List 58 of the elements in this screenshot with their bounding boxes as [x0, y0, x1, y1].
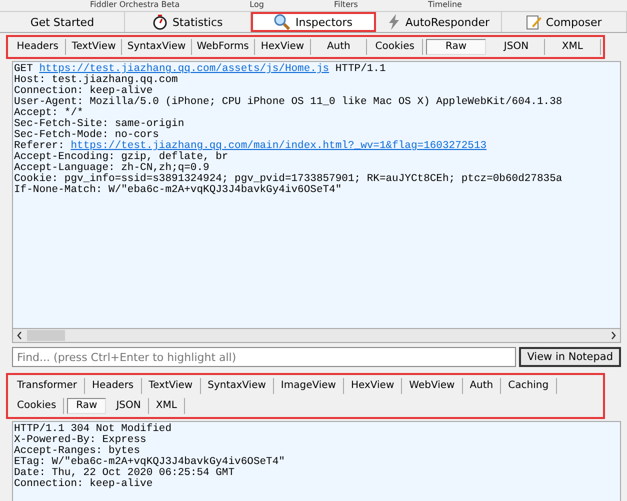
tab[interactable]: Get Started	[0, 12, 126, 32]
text-line: Sec-Fetch-Mode: no-cors	[14, 130, 159, 141]
find-field[interactable]: Find... (press Ctrl+Enter to highlight all)	[12, 347, 516, 367]
tab[interactable]: Statistics	[125, 12, 251, 32]
view-in-notepad-button[interactable]: View in Notepad	[519, 347, 621, 367]
tab[interactable]: SyntaxView	[122, 39, 192, 55]
tab[interactable]: AutoResponder	[376, 12, 502, 32]
stopwatch-icon	[152, 14, 168, 30]
horizontal-scrollbar[interactable]	[12, 329, 621, 343]
tab[interactable]: Inspectors	[250, 12, 376, 32]
tab[interactable]: Cookies	[10, 398, 64, 414]
text-line: Cookie: pgv_info=ssid=s3891324924; pgv_pvid=1733857901; RK=auJYCt8CEh; ptcz=0b60d27835a	[14, 174, 562, 185]
tab[interactable]: Fiddler Orchestra Beta	[90, 0, 180, 11]
tab[interactable]: Auth	[311, 39, 368, 55]
tab[interactable]: Composer	[502, 12, 627, 32]
tab[interactable]: Timeline	[428, 0, 462, 11]
text-line: GET https://test.jiazhang.qq.com/assets/js/Home.js HTTP/1.1	[14, 64, 386, 75]
text-line: Accept: */*	[14, 108, 84, 119]
tab[interactable]: HexView	[344, 378, 402, 394]
tab[interactable]: Log	[250, 0, 264, 11]
text-line: Accept-Ranges: bytes	[14, 446, 140, 457]
tab[interactable]: XML	[148, 398, 185, 414]
tab[interactable]: ImageView	[274, 378, 344, 394]
text-line: Referer: https://test.jiazhang.qq.com/main/index.html?_wv=1&flag=1603272513	[14, 141, 487, 152]
text-line: If-None-Match: W/"eba6c-m2A+vqKQJ3J4bavkGy4iv6OSeT4"	[14, 185, 342, 196]
text-line: ETag: W/"eba6c-m2A+vqKQJ3J4bavkGy4iv6OSeT4"	[14, 457, 285, 468]
tab[interactable]: JSON	[109, 398, 149, 414]
text-line: Host: test.jiazhang.qq.com	[14, 75, 178, 86]
tab[interactable]: HexView	[254, 39, 312, 55]
tab[interactable]: TextView	[66, 39, 122, 55]
tab[interactable]: TextView	[142, 378, 201, 394]
tab[interactable]: SyntaxView	[200, 378, 274, 394]
tab[interactable]: Auth	[462, 378, 502, 394]
text-line: HTTP/1.1 304 Not Modified	[14, 424, 172, 435]
text-line: Accept-Language: zh-CN,zh;q=0.9	[14, 163, 210, 174]
lightning-icon	[387, 14, 402, 30]
tab[interactable]: Raw	[426, 39, 486, 55]
tab[interactable]: WebView	[402, 378, 463, 394]
text-line: Connection: keep-alive	[14, 479, 153, 490]
scrollbar-thumb[interactable]	[27, 330, 65, 341]
tab[interactable]: Headers	[85, 378, 142, 394]
text-line: Connection: keep-alive	[14, 86, 153, 97]
tab[interactable]: Cookies	[367, 39, 424, 55]
text-line: User-Agent: Mozilla/5.0 (iPhone; CPU iPhone OS 11_0 like Mac OS X) AppleWebKit/604.1.38	[14, 97, 562, 108]
text-line: Sec-Fetch-Site: same-origin	[14, 119, 184, 130]
tab[interactable]: JSON	[488, 39, 545, 55]
tab[interactable]: WebForms	[192, 39, 255, 55]
magnifier-icon	[273, 14, 292, 30]
notepad-pencil-icon	[526, 14, 542, 30]
tab[interactable]: Filters	[334, 0, 358, 11]
tab[interactable]: XML	[544, 39, 602, 55]
tab[interactable]: Transformer	[10, 378, 86, 394]
text-line: X-Powered-By: Express	[14, 435, 146, 446]
tab[interactable]: Headers	[10, 39, 66, 55]
text-line: Accept-Encoding: gzip, deflate, br	[14, 152, 228, 163]
tab[interactable]: Caching	[501, 378, 557, 394]
tab[interactable]: Raw	[67, 398, 106, 414]
text-line: Date: Thu, 22 Oct 2020 06:25:54 GMT	[14, 468, 235, 479]
